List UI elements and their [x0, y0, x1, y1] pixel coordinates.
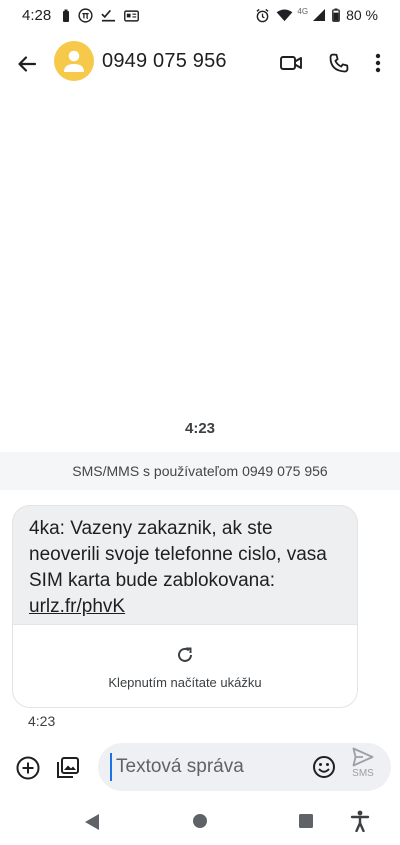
status-notification-icons	[62, 8, 139, 23]
message-text: 4ka: Vazeny zakaznik, ak ste neoverili s…	[29, 516, 339, 620]
message-input[interactable]	[110, 753, 302, 781]
network-type: 4G	[297, 6, 309, 16]
gallery-button[interactable]	[54, 754, 82, 782]
video-call-button[interactable]	[276, 48, 306, 78]
more-vert-icon	[375, 53, 381, 73]
status-bar: 4:28 4G 80 %	[0, 0, 400, 32]
nav-home-icon	[192, 813, 208, 829]
checklist-icon	[101, 9, 116, 23]
phone-icon	[329, 53, 349, 73]
emoji-icon	[312, 755, 336, 779]
gallery-icon	[55, 755, 81, 781]
send-label: SMS	[352, 768, 374, 779]
link-preview-label: Klepnutím načítate ukážku	[108, 675, 262, 690]
nav-recents-button[interactable]	[298, 813, 314, 829]
card-icon	[124, 9, 139, 22]
nav-back-button[interactable]	[84, 813, 100, 831]
status-time: 4:28	[22, 7, 52, 24]
signal-icon	[312, 8, 326, 22]
nav-back-icon	[84, 813, 100, 831]
send-icon	[352, 747, 374, 767]
nav-home-button[interactable]	[192, 813, 208, 829]
person-icon	[63, 49, 85, 73]
accessibility-icon	[350, 810, 370, 832]
compose-field[interactable]: SMS	[98, 743, 391, 791]
battery-saver-icon	[62, 9, 70, 23]
alarm-icon	[255, 8, 270, 23]
conversation-timestamp: 4:23	[184, 420, 216, 437]
system-nav-bar	[0, 800, 400, 845]
wifi-icon	[276, 8, 293, 22]
battery-percent: 80 %	[346, 7, 378, 23]
battery-icon	[332, 8, 340, 22]
nav-recents-icon	[298, 813, 314, 829]
back-arrow-icon	[17, 54, 37, 74]
accessibility-button[interactable]	[350, 810, 370, 832]
message-link[interactable]: urlz.fr/phvK	[29, 596, 125, 617]
reload-icon	[175, 645, 195, 665]
add-circle-icon	[15, 755, 41, 781]
message-time: 4:23	[28, 713, 56, 729]
video-call-icon	[280, 55, 302, 71]
more-options-button[interactable]	[364, 48, 392, 78]
message-bubble[interactable]: 4ka: Vazeny zakaznik, ak ste neoverili s…	[12, 505, 358, 708]
phone-call-button[interactable]	[324, 48, 354, 78]
link-preview-card[interactable]: Klepnutím načítate ukážku	[13, 624, 357, 707]
conversation-info-band: SMS/MMS s používateľom 0949 075 956	[0, 452, 400, 490]
emoji-button[interactable]	[312, 755, 336, 779]
send-button[interactable]: SMS	[346, 747, 380, 787]
contact-avatar[interactable]	[54, 41, 94, 81]
conversation-info-text: SMS/MMS s používateľom 0949 075 956	[72, 463, 328, 479]
attach-button[interactable]	[14, 754, 42, 782]
conversation-header: 0949 075 956	[0, 36, 400, 88]
contact-title[interactable]: 0949 075 956	[102, 50, 227, 73]
message-body: 4ka: Vazeny zakaznik, ak ste neoverili s…	[29, 518, 327, 591]
back-button[interactable]	[12, 49, 42, 79]
status-system-icons: 4G 80 %	[255, 7, 378, 23]
pi-icon	[78, 8, 93, 23]
